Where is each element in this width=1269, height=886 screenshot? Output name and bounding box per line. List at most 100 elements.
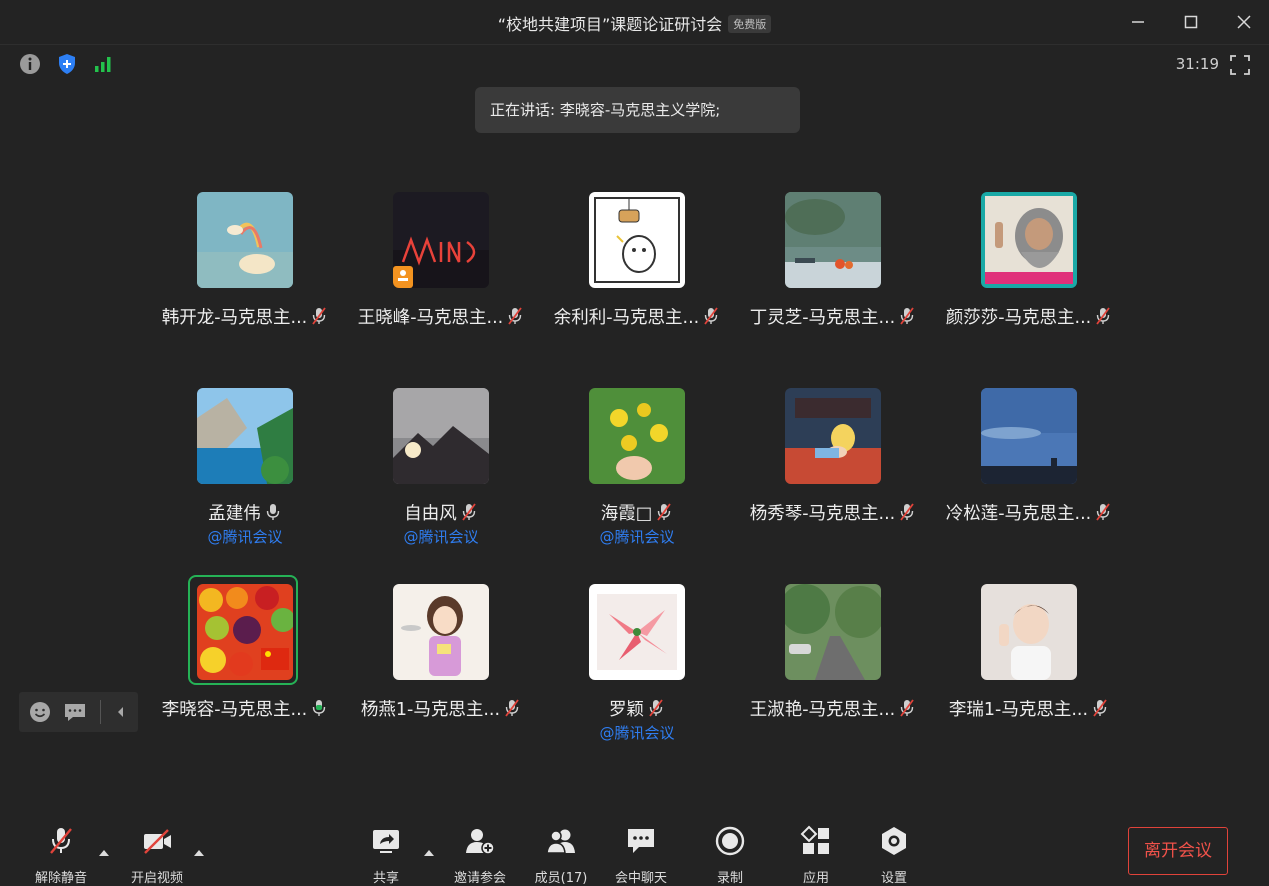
participant-name-row: 自由风 [343,500,539,525]
participant-tile[interactable]: 自由风 @腾讯会议 [343,388,539,568]
participant-name-row: 王晓峰-马克思主... [343,304,539,329]
participant-avatar [393,192,489,288]
participant-name-row: 颜莎莎-马克思主... [931,304,1127,329]
start-video-button[interactable]: 开启视频 [126,825,188,886]
participant-source: @腾讯会议 [403,528,479,546]
participant-name-row: 韩开龙-马克思主... [147,304,343,329]
mic-icon [264,502,282,522]
participant-tile[interactable]: 孟建伟 @腾讯会议 [147,388,343,568]
share-label: 共享 [372,871,399,886]
participant-avatar [197,584,293,680]
participant-tile[interactable]: 杨燕1-马克思主... [343,584,539,764]
participant-name: 王晓峰-马克思主... [357,308,504,328]
participant-name-row: 余利利-马克思主... [539,304,735,329]
audio-options-caret-icon[interactable] [98,843,110,856]
participant-tile[interactable]: 李瑞1-马克思主... [931,584,1127,764]
record-icon [715,826,745,856]
mic-muted-icon [702,306,720,326]
invite-button[interactable]: 邀请参会 [447,825,513,886]
unmute-button[interactable]: 解除静音 [30,825,92,886]
chat-button[interactable]: 会中聊天 [609,825,673,886]
participant-name: 杨秀琴-马克思主... [749,504,896,524]
settings-button[interactable]: 设置 [864,825,924,886]
mic-muted-icon [503,698,521,718]
collapse-left-icon[interactable] [109,700,133,724]
participant-name-row: 李瑞1-马克思主... [931,696,1127,721]
participant-avatar [393,388,489,484]
mic-muted-icon [1091,698,1109,718]
participant-name: 丁灵芝-马克思主... [749,308,896,328]
settings-label: 设置 [880,871,907,886]
share-button[interactable]: 共享 [355,825,417,886]
participant-tile[interactable]: 韩开龙-马克思主... [147,192,343,372]
participant-name-row: 李晓容-马克思主... [147,696,343,721]
participant-avatar [197,192,293,288]
participant-tile[interactable]: 李晓容-马克思主... [147,575,343,764]
participant-name: 冷松莲-马克思主... [945,504,1092,524]
members-button[interactable]: 成员(17) [529,825,593,886]
emoji-icon[interactable] [28,700,52,724]
participant-avatar [393,584,489,680]
free-edition-badge: 免费版 [728,15,772,33]
leave-meeting-button[interactable]: 离开会议 [1128,827,1228,875]
reaction-bar [19,692,138,732]
participant-name: 罗颖 [609,700,644,720]
participant-tile[interactable]: 丁灵芝-马克思主... [735,192,931,372]
title-bar: “校地共建项目”课题论证研讨会 免费版 [0,0,1269,45]
participant-name: 余利利-马克思主... [553,308,700,328]
mic-muted-icon [50,828,72,854]
participant-tile[interactable]: 罗颖 @腾讯会议 [539,584,735,764]
participant-avatar [785,192,881,288]
share-options-caret-icon[interactable] [423,843,435,856]
participant-tile[interactable]: 王晓峰-马克思主... [343,192,539,372]
apps-button[interactable]: 应用 [786,825,846,886]
video-options-caret-icon[interactable] [193,843,205,856]
participant-name: 王淑艳-马克思主... [749,700,896,720]
participant-avatar [981,584,1077,680]
participant-name-row: 杨燕1-马克思主... [343,696,539,721]
participant-tile[interactable]: 杨秀琴-马克思主... [735,388,931,568]
participant-avatar [589,192,685,288]
participant-source: @腾讯会议 [207,528,283,546]
meeting-timer: 31:19 [1175,55,1219,73]
participant-name-row: 冷松莲-马克思主... [931,500,1127,525]
add-user-icon [466,829,495,855]
participant-avatar [981,388,1077,484]
close-icon[interactable] [1231,9,1257,35]
participant-tile[interactable]: 王淑艳-马克思主... [735,584,931,764]
chat-label: 会中聊天 [614,871,667,886]
participant-name-row: 海霞□ [539,500,735,525]
participant-avatar [981,192,1077,288]
participant-name-row: 杨秀琴-马克思主... [735,500,931,525]
record-button[interactable]: 录制 [700,825,760,886]
info-icon[interactable] [18,52,42,76]
reaction-divider [100,700,101,724]
participant-name-row: 王淑艳-马克思主... [735,696,931,721]
participant-source: @腾讯会议 [599,724,675,742]
comment-icon[interactable] [63,700,87,724]
participant-tile[interactable]: 余利利-马克思主... [539,192,735,372]
invite-label: 邀请参会 [453,871,506,886]
mic-muted-icon [460,502,478,522]
participant-avatar [197,388,293,484]
participant-name: 韩开龙-马克思主... [161,308,308,328]
participant-tile[interactable]: 海霞□ @腾讯会议 [539,388,735,568]
participant-name: 杨燕1-马克思主... [360,700,501,720]
participant-name: 海霞□ [600,504,653,524]
apps-label: 应用 [802,871,829,886]
record-label: 录制 [716,871,743,886]
network-signal-icon[interactable] [93,52,117,76]
members-icon [546,829,575,854]
minimize-icon[interactable] [1125,9,1151,35]
participant-tile[interactable]: 颜莎莎-马克思主... [931,192,1127,372]
participant-avatar [589,584,685,680]
security-shield-icon[interactable] [55,52,79,76]
maximize-icon[interactable] [1178,9,1204,35]
share-screen-icon [373,830,399,853]
mic-muted-icon [898,698,916,718]
chat-icon [628,829,654,853]
participant-name-row: 罗颖 [539,696,735,721]
participant-tile[interactable]: 冷松莲-马克思主... [931,388,1127,568]
participant-name: 孟建伟 [208,504,261,524]
fullscreen-icon[interactable] [1229,54,1251,76]
